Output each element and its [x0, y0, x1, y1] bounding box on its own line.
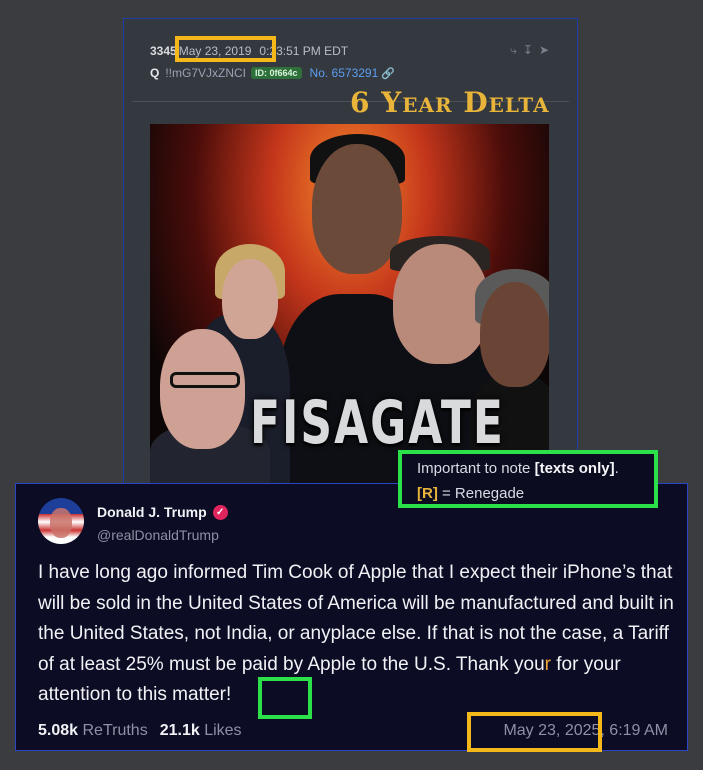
download-icon[interactable]: ↧	[523, 43, 533, 58]
date-highlight-box-2025	[467, 712, 602, 752]
qpost-name: Q	[150, 66, 160, 80]
qpost-tripcode: !!mG7VJxZNCI	[165, 66, 247, 80]
qpost-meta: Q !!mG7VJxZNCI ID: 0f664c No. 6573291 🔗	[150, 66, 395, 80]
arrow-right-icon[interactable]: ➤	[539, 43, 549, 58]
avatar[interactable]	[38, 498, 84, 544]
verified-badge-icon: ✓	[212, 504, 228, 520]
your-highlight-box	[258, 677, 312, 719]
retruths-stat[interactable]: 5.08k ReTruths	[38, 722, 148, 740]
post-stats: 5.08k ReTruths 21.1k Likes	[38, 722, 242, 740]
qpost-actions: ⤷ ↧ ➤	[510, 43, 549, 58]
author-name[interactable]: Donald J. Trump ✓	[97, 504, 228, 520]
post-body: I have long ago informed Tim Cook of App…	[38, 558, 678, 711]
note-line1: Important to note [texts only].	[417, 460, 619, 477]
share-icon[interactable]: ⤷	[510, 43, 517, 58]
qpost-number: 3345	[150, 44, 177, 58]
fisagate-poster-image: FISAGATE	[150, 124, 549, 488]
six-year-delta-title: 6 Year Delta	[350, 86, 550, 119]
likes-stat[interactable]: 21.1k Likes	[160, 722, 242, 740]
post-text-you: you	[514, 653, 545, 675]
author-name-text: Donald J. Trump	[97, 504, 207, 520]
fisagate-text: FISAGATE	[250, 389, 505, 458]
link-icon[interactable]: 🔗	[381, 67, 395, 80]
date-highlight-box-2019	[175, 36, 276, 62]
author-handle[interactable]: @realDonaldTrump	[97, 527, 219, 543]
qpost-post-number-link[interactable]: No. 6573291	[310, 66, 379, 80]
truth-post-card: Donald J. Trump ✓ @realDonaldTrump I hav…	[15, 483, 688, 751]
qpost-id-badge: ID: 0f664c	[251, 67, 302, 79]
note-line2: [R] = Renegade	[417, 485, 525, 502]
annotation-note: Important to note [texts only]. [R] = Re…	[398, 450, 658, 508]
